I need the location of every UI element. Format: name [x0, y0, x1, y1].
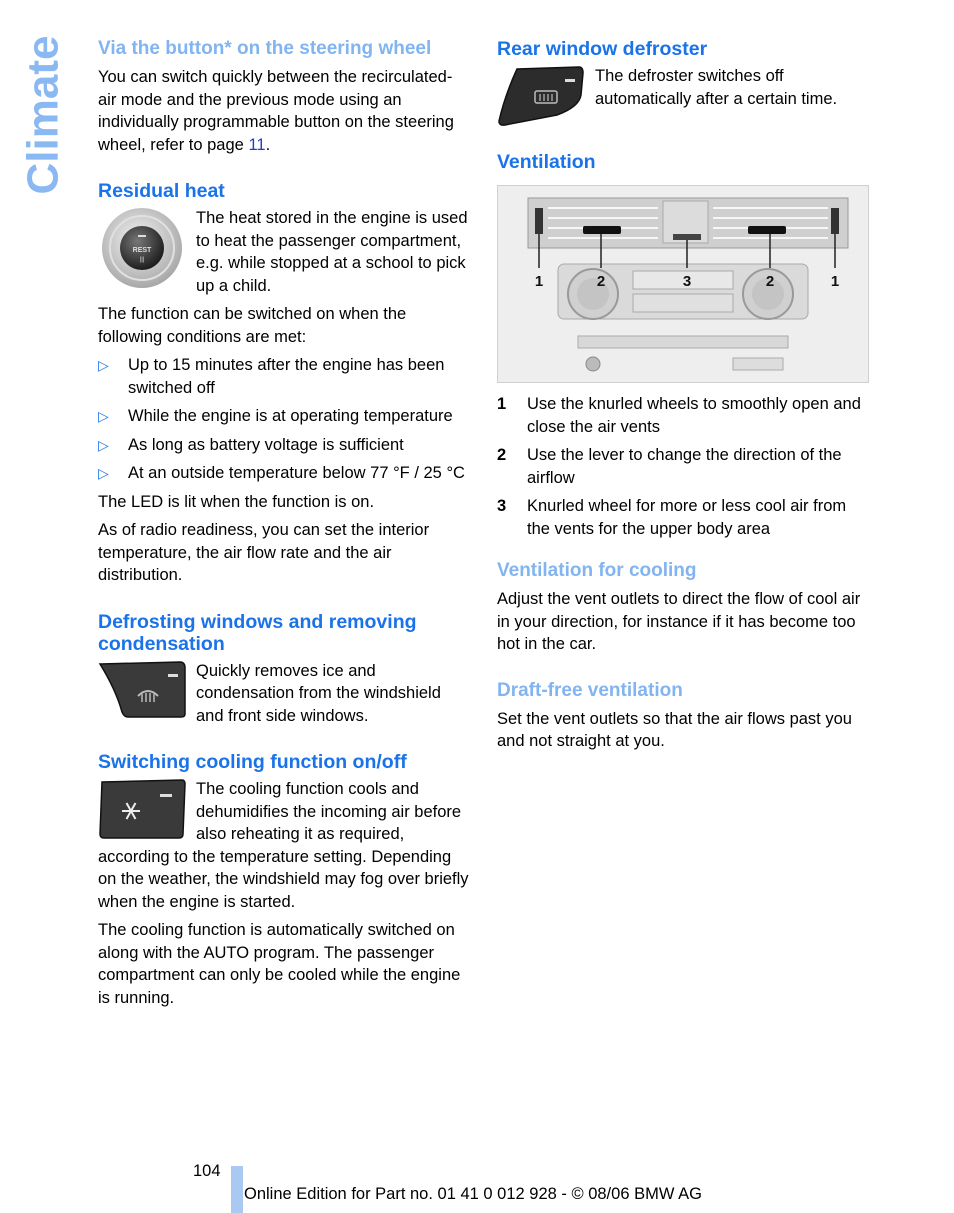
list-item: 1 Use the knurled wheels to smoothly open…	[497, 393, 872, 438]
footer-accent-bar	[231, 1166, 243, 1213]
condition-text: While the engine is at operating tempera…	[128, 407, 453, 425]
residual-heat-intro: The heat stored in the engine is used to…	[196, 209, 468, 295]
item-text: Use the knurled wheels to smoothly open …	[527, 395, 861, 436]
steering-text: You can switch quickly between the recir…	[98, 68, 454, 154]
defrost-row: Quickly removes ice and condensation fro…	[98, 660, 470, 728]
footer-edition: Online Edition for Part no. 01 41 0 012 …	[244, 1185, 702, 1203]
defrost-text: Quickly removes ice and condensation fro…	[196, 661, 441, 725]
steering-text-end: .	[265, 135, 271, 154]
heading-residual-heat: Residual heat	[98, 180, 225, 202]
condition-text: As long as battery voltage is sufficient	[128, 435, 404, 454]
list-item: ▷ Up to 15 minutes after the engine has b…	[98, 354, 470, 399]
conditions-list: ▷ Up to 15 minutes after the engine has b…	[98, 354, 470, 485]
heading-steering-button: Via the button* on the steering wheel	[98, 38, 432, 59]
condition-text: At an outside temperature below 77 °F / …	[128, 464, 465, 482]
chapter-title-text: Climate	[18, 35, 68, 195]
figure-callout-1b: 1	[831, 273, 839, 290]
list-item: 2 Use the lever to change the direction o…	[497, 444, 872, 489]
triangle-bullet-icon: ▷	[98, 408, 109, 424]
triangle-bullet-icon: ▷	[98, 357, 109, 373]
triangle-bullet-icon: ▷	[98, 465, 109, 481]
figure-callout-3: 3	[683, 273, 691, 290]
item-text: Knurled wheel for more or less cool air …	[527, 497, 847, 538]
cooling-auto-text: The cooling function is automatically sw…	[98, 921, 461, 1007]
condition-text: Up to 15 minutes after the engine has be…	[128, 356, 445, 397]
cooling-block: The cooling function cools and dehumidif…	[98, 778, 470, 913]
item-number: 1	[497, 395, 507, 413]
triangle-bullet-icon: ▷	[98, 436, 109, 453]
list-item: ▷ At an outside temperature below 77 °F /…	[98, 462, 470, 485]
ventilation-legend: 1 Use the knurled wheels to smoothly open…	[497, 393, 872, 540]
item-number: 2	[497, 446, 507, 464]
heading-ventilation-cooling: Ventilation for cooling	[497, 560, 697, 581]
radio-readiness-text: As of radio readiness, you can set the i…	[98, 521, 430, 584]
item-text: Use the lever to change the direction of…	[527, 446, 842, 487]
rear-defroster-text: The defroster switches off automatically…	[595, 67, 838, 108]
list-item: ▷ While the engine is at operating temper…	[98, 405, 470, 428]
rear-defroster-button-icon	[498, 66, 584, 126]
heading-cooling: Switching cooling function on/off	[98, 751, 407, 773]
rest-label: REST	[133, 247, 152, 254]
cooling-snowflake-button-icon	[99, 779, 186, 839]
list-item: ▷ As long as battery voltage is sufficien…	[98, 434, 470, 457]
chapter-title: Climate	[18, 36, 68, 195]
figure-callout-2b: 2	[766, 273, 774, 290]
page-link[interactable]: 11	[248, 136, 265, 154]
draft-free-text: Set the vent outlets so that the air flo…	[497, 709, 852, 751]
conditions-intro: The function can be switched on when the…	[98, 305, 407, 346]
svg-text:|||: |||	[140, 257, 145, 263]
list-item: 3 Knurled wheel for more or less cool air…	[497, 495, 872, 540]
ventilation-cooling-text: Adjust the vent outlets to direct the fl…	[497, 590, 861, 653]
page-number: 104	[193, 1162, 221, 1180]
figure-callout-2: 2	[597, 273, 605, 290]
residual-heat-button-icon: REST |||	[102, 208, 182, 288]
heading-draft-free: Draft-free ventilation	[497, 679, 683, 701]
right-column: Rear window defroster The defroster swit…	[497, 38, 872, 753]
heading-defrosting: Defrosting windows and removing condensa…	[98, 610, 417, 655]
residual-heat-row: REST ||| The heat stored in the engine i…	[98, 207, 470, 297]
steering-paragraph: You can switch quickly between the recir…	[98, 66, 470, 156]
led-text: The LED is lit when the function is on.	[98, 492, 375, 511]
heading-ventilation: Ventilation	[497, 151, 596, 173]
dashboard-vents-illustration: 1 2 3 2 1	[498, 186, 868, 382]
windshield-defrost-button-icon	[98, 660, 186, 718]
rear-defroster-row: The defroster switches off automatically…	[497, 65, 872, 127]
item-number: 3	[497, 497, 507, 515]
ventilation-figure: 1 2 3 2 1	[497, 185, 869, 383]
left-column: Via the button* on the steering wheel Yo…	[98, 38, 470, 1009]
figure-callout-1: 1	[535, 273, 543, 290]
heading-rear-defroster: Rear window defroster	[497, 38, 708, 60]
